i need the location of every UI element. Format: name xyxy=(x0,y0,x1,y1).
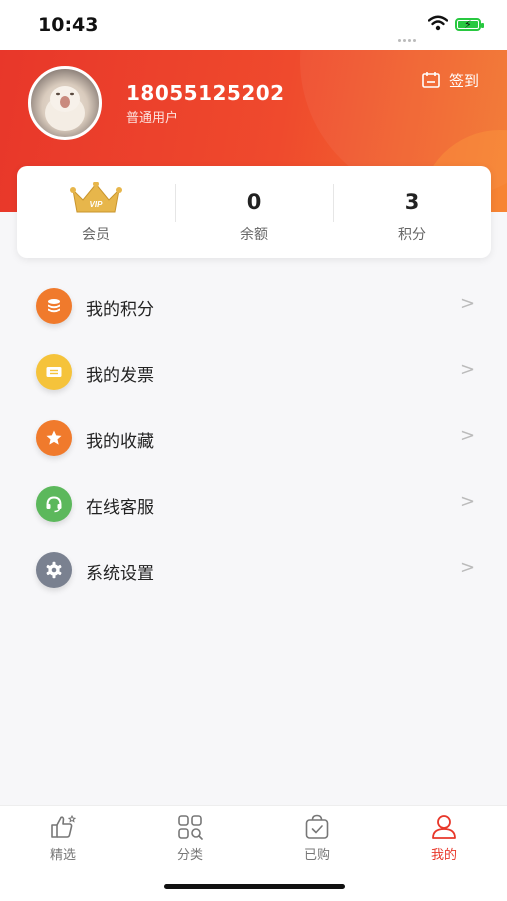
star-icon xyxy=(36,420,72,456)
checkin-label: 签到 xyxy=(449,71,480,90)
points-label: 积分 xyxy=(398,227,426,243)
tab-mine[interactable]: 我的 xyxy=(414,814,474,866)
signal-icon xyxy=(398,27,420,42)
menu-item-label: 我的积分 xyxy=(86,300,154,320)
menu-item-settings[interactable]: 系统设置 > xyxy=(0,536,507,602)
tab-label: 我的 xyxy=(430,848,457,863)
coins-icon xyxy=(36,288,72,324)
tab-purchased[interactable]: 已购 xyxy=(287,814,347,866)
tab-category[interactable]: 分类 xyxy=(160,814,220,866)
svg-text:VIP: VIP xyxy=(90,200,104,209)
checkin-button[interactable]: 签到 xyxy=(422,68,479,92)
status-bar: 10:43 ⚡ xyxy=(0,0,507,50)
points-value: 3 xyxy=(404,190,420,214)
tab-label: 已购 xyxy=(303,848,330,863)
home-indicator xyxy=(164,884,345,889)
tab-label: 精选 xyxy=(49,848,76,863)
avatar[interactable] xyxy=(28,66,102,140)
chevron-right-icon: > xyxy=(460,425,476,446)
menu-item-label: 在线客服 xyxy=(86,498,154,518)
gear-icon xyxy=(36,552,72,588)
chevron-right-icon: > xyxy=(460,491,476,512)
invoice-icon xyxy=(36,354,72,390)
purchased-bag-icon xyxy=(305,814,329,839)
balance-label: 余额 xyxy=(240,227,268,243)
calendar-icon xyxy=(422,72,440,88)
battery-icon: ⚡ xyxy=(455,18,484,31)
chevron-right-icon: > xyxy=(460,557,476,578)
chevron-right-icon: > xyxy=(460,359,476,380)
points-stat[interactable]: 3 积分 xyxy=(333,166,491,258)
profile-icon xyxy=(432,815,456,839)
menu-item-label: 系统设置 xyxy=(86,564,154,584)
headset-icon xyxy=(36,486,72,522)
stats-card: VIP 会员 0 余额 3 积分 xyxy=(17,166,491,258)
menu-item-label: 我的发票 xyxy=(86,366,154,386)
wifi-icon xyxy=(428,15,448,31)
balance-stat[interactable]: 0 余额 xyxy=(175,166,333,258)
member-label: 会员 xyxy=(82,227,110,243)
user-phone: 18055125202 xyxy=(126,81,285,105)
tab-label: 分类 xyxy=(176,848,203,863)
status-time: 10:43 xyxy=(38,14,99,36)
member-stat[interactable]: VIP 会员 xyxy=(17,166,175,258)
menu-item-invoice[interactable]: 我的发票 > xyxy=(0,338,507,404)
menu-item-customer-service[interactable]: 在线客服 > xyxy=(0,470,507,536)
vip-crown-icon: VIP xyxy=(70,182,122,213)
thumbs-up-icon xyxy=(51,814,77,838)
category-icon xyxy=(178,815,203,840)
menu-item-points[interactable]: 我的积分 > xyxy=(0,272,507,338)
tab-featured[interactable]: 精选 xyxy=(33,814,93,866)
menu-item-favorites[interactable]: 我的收藏 > xyxy=(0,404,507,470)
chevron-right-icon: > xyxy=(460,293,476,314)
menu-item-label: 我的收藏 xyxy=(86,432,154,452)
user-type: 普通用户 xyxy=(126,111,179,126)
balance-value: 0 xyxy=(246,190,262,214)
